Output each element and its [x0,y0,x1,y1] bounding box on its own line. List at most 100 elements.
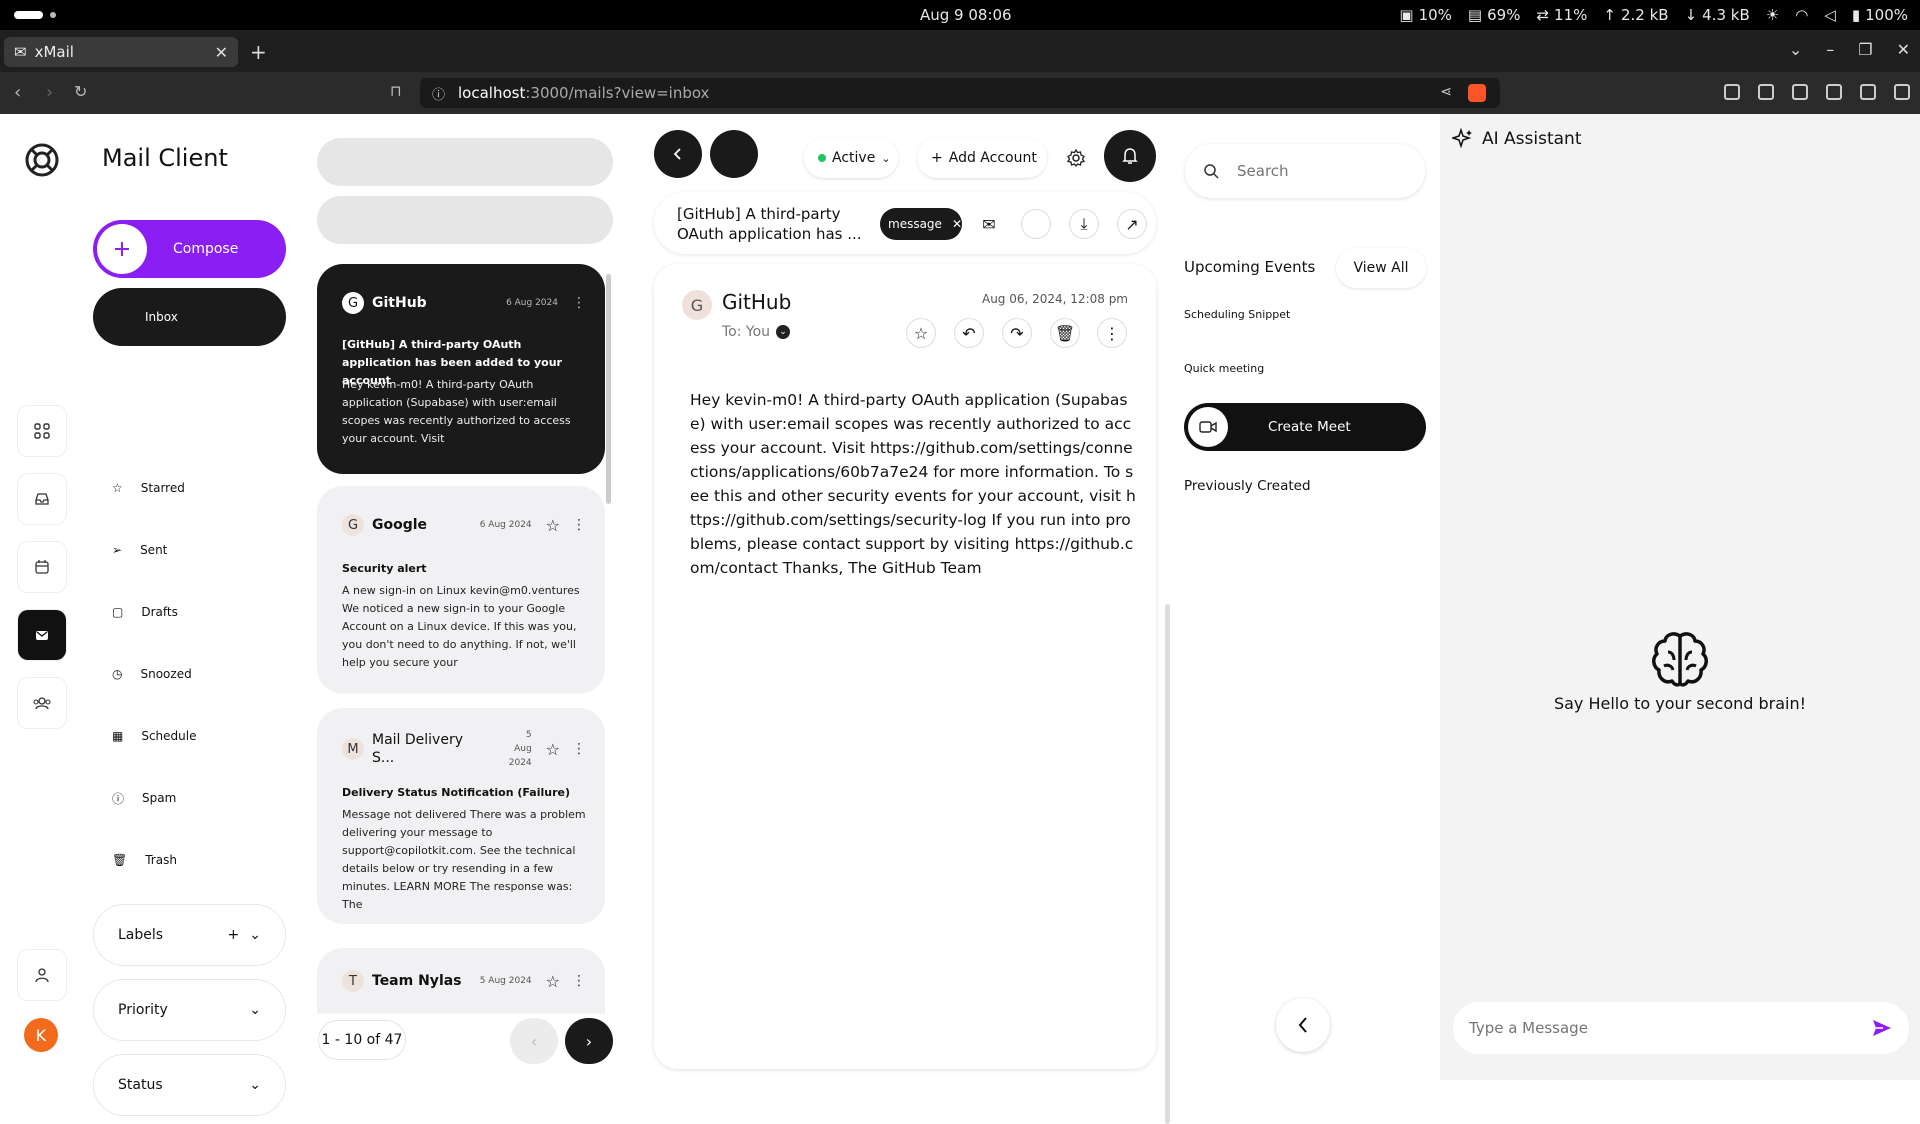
sidebar-item-trash[interactable]: 🗑 Trash [112,848,177,872]
circle-icon[interactable] [1021,209,1051,239]
view-all-button[interactable]: View All [1336,248,1426,288]
brave-shield-icon[interactable] [1468,84,1486,102]
site-info-icon[interactable]: ⓘ [432,84,445,103]
sidebar-item-schedule[interactable]: ▦ Schedule [112,724,197,748]
send-icon[interactable] [1871,1017,1893,1039]
calendar-icon [34,559,50,575]
status-accordion[interactable]: Status ⌄ [93,1054,286,1116]
mail-item[interactable]: T Team Nylas 5 Aug 2024 ☆ ⋮ [317,948,605,1014]
collapse-panel-button[interactable] [1276,998,1330,1052]
mail-icon [34,627,50,643]
back-icon[interactable]: ‹ [14,82,21,103]
workspace-indicator[interactable] [14,11,43,19]
prev-page-button[interactable]: ‹ [510,1018,558,1064]
sidebar-item-sent[interactable]: ➢ Sent [112,538,167,562]
workspace-dot[interactable] [50,12,56,18]
sender-avatar: M [342,738,364,760]
calendar-rail-button[interactable] [18,542,66,592]
share-icon[interactable]: ⋖ [1440,84,1452,100]
wifi-icon[interactable]: ◠ [1795,6,1808,24]
puzzle-icon[interactable] [1792,84,1808,100]
mail-rail-button[interactable] [18,610,66,660]
chat-input[interactable] [1469,1019,1849,1037]
chevron-down-icon: ⌄ [249,1077,261,1093]
contacts-rail-button[interactable] [18,678,66,728]
sidebar-item-starred[interactable]: ☆ Starred [112,476,185,500]
tab-search-icon[interactable]: ⌄ [1789,40,1802,59]
add-label-icon[interactable]: + [228,927,240,943]
chevron-down-icon[interactable]: ⌄ [776,325,791,339]
settings-button[interactable] [1056,138,1096,178]
system-clock[interactable]: Aug 9 08:06 [920,6,1012,24]
close-tab-icon[interactable]: ✕ [215,43,228,62]
pen-icon[interactable] [1758,84,1774,100]
add-account-button[interactable]: + Add Account [917,138,1047,178]
dashboard-button[interactable] [18,406,66,456]
notifications-button[interactable] [1104,130,1156,182]
inbox-rail-button[interactable] [18,474,66,524]
mail-open-icon[interactable]: ✉ [974,209,1004,239]
blank-circle-button[interactable] [710,130,758,178]
mail-item[interactable]: M Mail Delivery S... 5 Aug 2024 ☆ ⋮ Delivery… [317,708,605,924]
close-icon[interactable]: ✕ [952,217,962,231]
close-window-icon[interactable]: ✕ [1897,40,1910,59]
sidebar-item-spam[interactable]: ⓘ Spam [112,786,176,810]
wallet-icon[interactable] [1860,84,1876,100]
mail-item-active[interactable]: G GitHub 6 Aug 2024 ⋮ [GitHub] A third-part… [317,264,605,474]
battery-indicator[interactable]: ▮ 100% [1852,6,1908,24]
chat-input-box[interactable] [1453,1002,1909,1054]
browser-tab[interactable]: ✉ xMail ✕ [4,37,238,67]
app-logo-icon[interactable] [24,142,60,178]
more-vertical-icon[interactable]: ⋮ [572,973,586,989]
sidebar-item-snoozed[interactable]: ◷ Snoozed [112,662,192,686]
external-link-icon[interactable]: ↗ [1117,209,1147,239]
star-icon[interactable]: ☆ [906,318,936,348]
more-vertical-icon[interactable]: ⋮ [572,517,586,533]
user-avatar[interactable]: K [24,1018,58,1052]
download-icon[interactable]: ⤓ [1069,209,1099,239]
next-page-button[interactable]: › [565,1018,613,1064]
brightness-icon[interactable]: ☀ [1766,6,1779,24]
search-box[interactable] [1185,144,1425,198]
volume-icon[interactable]: ◁ [1824,6,1836,24]
minimize-icon[interactable]: – [1826,40,1834,59]
sender-name: Mail Delivery S... [372,732,463,766]
more-vertical-icon[interactable]: ⋮ [572,295,586,311]
forward-icon[interactable]: › [46,82,53,103]
star-icon[interactable]: ☆ [546,740,560,759]
sender-name: GitHub [372,295,427,311]
search-input[interactable] [1237,162,1397,180]
menu-icon[interactable] [1894,84,1910,100]
recipient-line[interactable]: To: You ⌄ [722,324,791,340]
bookmark-icon[interactable]: ⊓ [390,82,402,100]
reply-icon[interactable]: ↶ [954,318,984,348]
new-tab-icon[interactable]: + [250,40,267,64]
compose-button[interactable]: Compose [93,220,286,278]
quick-meeting-label[interactable]: Quick meeting [1184,362,1264,375]
back-button[interactable] [654,130,702,178]
extension-icon[interactable] [1724,84,1740,100]
sidebar-toggle-icon[interactable] [1826,84,1842,100]
create-meet-button[interactable]: Create Meet [1184,403,1426,451]
sidebar-item-drafts[interactable]: ▢ Drafts [112,600,178,624]
star-icon[interactable]: ☆ [546,972,560,991]
more-vertical-icon[interactable]: ⋮ [1097,318,1127,348]
forward-icon[interactable]: ↷ [1002,318,1032,348]
sidebar-item-inbox[interactable]: Inbox [93,288,286,346]
message-tag[interactable]: message ✕ [880,208,962,240]
extensions-area [1724,84,1910,100]
mail-item[interactable]: G Google 6 Aug 2024 ☆ ⋮ Security alert A new… [317,486,605,694]
priority-accordion[interactable]: Priority ⌄ [93,979,286,1041]
mail-favicon-icon: ✉ [14,43,27,61]
status-dropdown[interactable]: Active ⌄ [804,138,898,178]
reload-icon[interactable]: ↻ [74,82,87,101]
more-vertical-icon[interactable]: ⋮ [572,741,586,757]
trash-icon[interactable]: 🗑 [1050,318,1080,348]
address-bar[interactable]: ⓘ localhost:3000/mails?view=inbox ⋖ [420,78,1500,108]
labels-accordion[interactable]: Labels + ⌄ [93,904,286,966]
list-scrollbar[interactable] [606,274,611,504]
profile-rail-button[interactable] [18,950,66,1000]
star-icon[interactable]: ☆ [546,516,560,535]
maximize-icon[interactable]: ❐ [1858,40,1872,59]
skeleton-bar [317,196,613,244]
